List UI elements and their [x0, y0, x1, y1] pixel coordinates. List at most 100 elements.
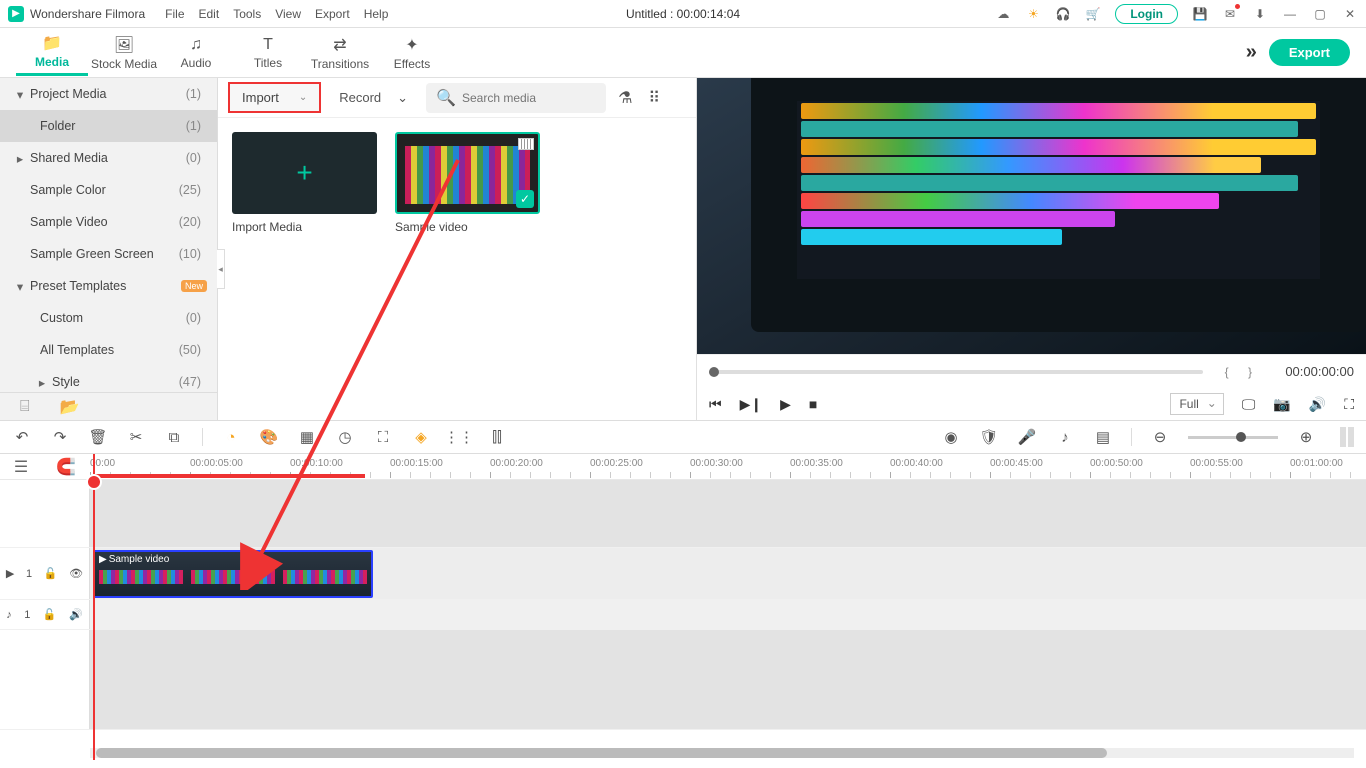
quality-select[interactable]: Full [1170, 393, 1223, 415]
mail-icon[interactable]: ✉ [1222, 6, 1238, 22]
fit-icon[interactable]: ⛶ [373, 427, 393, 447]
close-icon[interactable]: ✕ [1342, 6, 1358, 22]
crop-icon[interactable]: ⧉ [164, 427, 184, 447]
zoom-slider[interactable] [1188, 436, 1278, 439]
undo-icon[interactable]: ↶ [12, 427, 32, 447]
marker-icon[interactable]: 🛡 [979, 427, 999, 447]
audio-mixer-icon[interactable]: ⫿⫿ [487, 427, 507, 447]
timeline-clip[interactable]: ▶Sample video [93, 550, 373, 598]
playhead-handle[interactable] [86, 474, 102, 490]
new-folder-icon[interactable]: ⌸ [20, 398, 30, 416]
zoom-in-icon[interactable]: ⊕ [1296, 427, 1316, 447]
sidebar-item-folder[interactable]: Folder(1) [0, 110, 217, 142]
keyframe-icon[interactable]: ◈ [411, 427, 431, 447]
tab-stock-media[interactable]: 🖼Stock Media [88, 30, 160, 76]
sidebar-item-all-templates[interactable]: All Templates(50) [0, 334, 217, 366]
zoom-out-icon[interactable]: ⊖ [1150, 427, 1170, 447]
play-icon[interactable]: ▶ [780, 396, 791, 413]
search-input[interactable] [462, 91, 617, 105]
record-button[interactable]: Record⌄ [329, 84, 418, 112]
headphones-icon[interactable]: 🎧 [1055, 6, 1071, 22]
timeline-hscroll[interactable] [90, 748, 1354, 758]
speaker-icon[interactable]: 🔊 [69, 608, 83, 621]
magnet-icon[interactable]: 🧲 [56, 457, 76, 477]
preview-scrubber[interactable] [709, 370, 1203, 374]
monitor-icon[interactable]: 🖵 [1242, 396, 1256, 413]
audio-track-1[interactable]: ♪ 1 🔓 🔊 [0, 600, 1366, 630]
lock-icon[interactable]: 🔓 [43, 608, 57, 621]
sidebar-item-shared-media[interactable]: ▸Shared Media(0) [0, 142, 217, 174]
snapshot-icon[interactable]: 📷 [1273, 396, 1290, 413]
sun-icon[interactable]: ☀ [1025, 6, 1041, 22]
import-media-card[interactable]: + Import Media [232, 132, 377, 234]
download-icon[interactable]: ⬇ [1252, 6, 1268, 22]
duration-icon[interactable]: ◷ [335, 427, 355, 447]
tab-audio[interactable]: ♫Audio [160, 30, 232, 76]
more-tabs-icon[interactable]: » [1234, 41, 1269, 64]
sidebar-item-custom[interactable]: Custom(0) [0, 302, 217, 334]
adjust-icon[interactable]: ⋮⋮ [449, 427, 469, 447]
track-manager-icon[interactable]: ▤ [1093, 427, 1113, 447]
sample-video-card[interactable]: ✓ Sample video [395, 132, 540, 234]
hscroll-thumb[interactable] [96, 748, 1107, 758]
stop-icon[interactable]: ■ [809, 396, 817, 412]
cloud-icon[interactable]: ☁ [995, 6, 1011, 22]
minimize-icon[interactable]: — [1282, 6, 1298, 22]
audio-track-body[interactable] [90, 600, 1366, 629]
sidebar-item-style[interactable]: ▸Style(47) [0, 366, 217, 392]
folder-icon: 📁 [42, 33, 62, 53]
clip-label: ▶Sample video [99, 554, 169, 565]
render-icon[interactable]: ◉ [941, 427, 961, 447]
audio-sync-icon[interactable]: ♪ [1055, 427, 1075, 447]
marker-brackets[interactable]: { } [1225, 365, 1260, 379]
save-icon[interactable]: 💾 [1192, 6, 1208, 22]
lock-icon[interactable]: 🔓 [44, 567, 58, 580]
voiceover-icon[interactable]: 🎤 [1017, 427, 1037, 447]
menu-view[interactable]: View [275, 7, 301, 21]
volume-icon[interactable]: 🔊 [1309, 396, 1326, 413]
filter-icon[interactable]: ⚗ [614, 88, 636, 108]
cart-icon[interactable]: 🛒 [1085, 6, 1101, 22]
login-button[interactable]: Login [1115, 4, 1178, 24]
menu-export[interactable]: Export [315, 7, 350, 21]
maximize-icon[interactable]: ▢ [1312, 6, 1328, 22]
collapse-handle[interactable]: ◂ [217, 249, 225, 289]
menu-tools[interactable]: Tools [233, 7, 261, 21]
playhead[interactable] [93, 454, 95, 760]
menu-edit[interactable]: Edit [199, 7, 220, 21]
import-button[interactable]: Import⌄ [228, 82, 321, 113]
tab-effects[interactable]: ✦Effects [376, 30, 448, 76]
search-box[interactable]: 🔍 [426, 83, 606, 113]
delete-icon[interactable]: 🗑 [88, 427, 108, 447]
redo-icon[interactable]: ↷ [50, 427, 70, 447]
tab-transitions[interactable]: ⇄Transitions [304, 30, 376, 76]
prev-frame-icon[interactable]: ⏮ [709, 396, 722, 413]
grid-icon[interactable]: ⠿ [644, 88, 664, 108]
tab-titles[interactable]: TTitles [232, 30, 304, 76]
zoom-knob[interactable] [1236, 432, 1246, 442]
sidebar-item-sample-color[interactable]: Sample Color(25) [0, 174, 217, 206]
menu-help[interactable]: Help [364, 7, 389, 21]
fullscreen-icon[interactable]: ⛶ [1344, 396, 1354, 413]
tab-media[interactable]: 📁Media [16, 30, 88, 76]
play-pause-icon[interactable]: ▶❙ [740, 396, 763, 413]
eye-icon[interactable]: 👁 [69, 567, 83, 580]
cut-icon[interactable]: ✂ [126, 427, 146, 447]
sample-thumb[interactable]: ✓ [395, 132, 540, 214]
video-track-1[interactable]: ▶ 1 🔓 👁 ▶Sample video [0, 548, 1366, 600]
menu-file[interactable]: File [165, 7, 184, 21]
color-icon[interactable]: 🎨 [259, 427, 279, 447]
scrubber-handle[interactable] [709, 367, 719, 377]
export-button[interactable]: Export [1269, 39, 1350, 66]
sidebar-item-sample-green-screen[interactable]: Sample Green Screen(10) [0, 238, 217, 270]
sidebar-item-preset-templates[interactable]: ▾Preset TemplatesNew [0, 270, 217, 302]
green-screen-icon[interactable]: ▦ [297, 427, 317, 447]
sidebar-item-sample-video[interactable]: Sample Video(20) [0, 206, 217, 238]
import-thumb[interactable]: + [232, 132, 377, 214]
preview-video[interactable] [697, 78, 1366, 354]
sidebar-item-project-media[interactable]: ▾Project Media(1) [0, 78, 217, 110]
timeline-menu-icon[interactable]: ☰ [14, 457, 28, 477]
video-track-body[interactable]: ▶Sample video [90, 548, 1366, 599]
folder-open-icon[interactable]: 📂 [60, 397, 80, 417]
speed-icon[interactable]: ◔ [221, 427, 241, 447]
